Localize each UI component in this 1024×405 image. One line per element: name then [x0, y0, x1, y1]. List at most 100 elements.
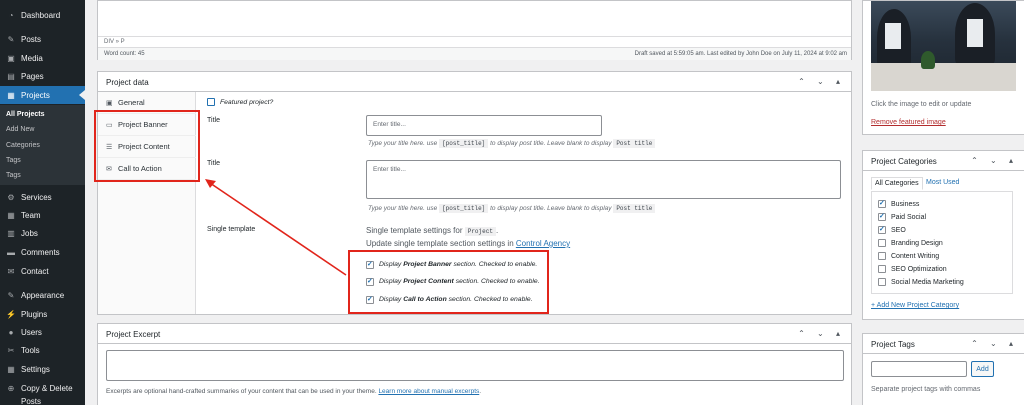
categories-title: Project Categories	[871, 157, 937, 166]
category-business[interactable]: Business	[878, 199, 920, 208]
shirt-shape	[967, 19, 983, 47]
control-agency-link[interactable]: Control Agency	[516, 239, 570, 248]
checkbox[interactable]	[878, 225, 886, 234]
single-template-label: Single template	[207, 226, 256, 233]
sidebar-item-posts[interactable]: ✎ Posts	[0, 30, 85, 48]
featured-checkbox[interactable]	[207, 98, 215, 106]
category-social-media-marketing[interactable]: Social Media Marketing	[878, 278, 964, 286]
featured-image-box: Click the image to edit or update Remove…	[862, 0, 1024, 135]
submenu-all-projects[interactable]: All Projects	[6, 111, 45, 118]
category-paid-social[interactable]: Paid Social	[878, 212, 926, 221]
sidebar-item-label: Jobs	[21, 228, 38, 238]
checkbox[interactable]	[878, 239, 886, 247]
category-label: Business	[891, 200, 920, 208]
excerpt-learn-more-link[interactable]: Learn more about manual excerpts	[378, 388, 479, 395]
title-hint: Type your title here. use [post_title] t…	[368, 139, 656, 148]
sidebar-item-services[interactable]: ⚙ Services	[0, 188, 85, 206]
projects-submenu: All Projects Add New Categories Tags Tag…	[0, 105, 85, 185]
project-categories-box: Project Categories ⌃ ⌄ ▴ All Categories …	[862, 150, 1024, 320]
title-textarea[interactable]: Enter title...	[366, 160, 841, 199]
box-controls[interactable]: ⌃ ⌄ ▴	[971, 156, 1018, 165]
box-controls[interactable]: ⌃ ⌄ ▴	[798, 329, 845, 338]
sidebar-item-comments[interactable]: ▬ Comments	[0, 243, 85, 261]
remove-featured-link[interactable]: Remove featured image	[871, 119, 946, 126]
content-editor[interactable]: DIV » P Word count: 45 Draft saved at 5:…	[97, 0, 852, 60]
category-content-writing[interactable]: Content Writing	[878, 252, 939, 260]
pin-icon: ✎	[7, 34, 15, 44]
sidebar-item-appearance[interactable]: ✎ Appearance	[0, 286, 85, 304]
sidebar-item-jobs[interactable]: ▥ Jobs	[0, 224, 85, 242]
box-controls[interactable]: ⌃ ⌄ ▴	[798, 77, 845, 86]
sidebar-item-plugins[interactable]: ⚡ Plugins	[0, 305, 85, 323]
excerpt-title: Project Excerpt	[106, 330, 161, 339]
featured-label: Featured project?	[220, 99, 274, 106]
submenu-categories[interactable]: Categories	[6, 142, 40, 149]
dashboard-icon: ◔	[8, 10, 14, 20]
add-tag-button[interactable]: Add	[971, 361, 994, 377]
box-controls[interactable]: ⌃ ⌄ ▴	[971, 339, 1018, 348]
help-text: .	[479, 388, 482, 395]
title-hint-2: Type your title here. use [post_title] t…	[368, 204, 656, 213]
category-seo[interactable]: SEO	[878, 225, 906, 234]
hint-code: [post_title]	[439, 139, 489, 148]
project-data-title: Project data	[106, 78, 149, 87]
checkbox[interactable]	[878, 212, 886, 221]
sidebar-item-tools[interactable]: ✂ Tools	[0, 341, 85, 359]
tab-most-used[interactable]: Most Used	[923, 177, 962, 188]
add-category-link[interactable]: + Add New Project Category	[871, 302, 959, 309]
category-branding-design[interactable]: Branding Design	[878, 239, 943, 247]
hint-code: Post title	[613, 204, 656, 213]
sidebar-item-label: Projects	[21, 90, 50, 100]
team-icon: ▦	[7, 210, 15, 220]
category-seo-optimization[interactable]: SEO Optimization	[878, 265, 947, 273]
settings-code: Project	[464, 227, 496, 236]
media-icon: ▣	[7, 53, 15, 63]
sidebar-item-contact[interactable]: ✉ Contact	[0, 262, 85, 280]
annotation-checkbox-box	[348, 250, 549, 314]
sidebar-item-label: Plugins	[21, 309, 48, 319]
hint-text: Type your title here. use	[368, 205, 438, 212]
sidebar-item-label: Services	[21, 192, 52, 202]
submenu-add-new[interactable]: Add New	[6, 126, 34, 133]
sidebar-item-settings[interactable]: ▦ Settings	[0, 360, 85, 378]
excerpt-header: Project Excerpt ⌃ ⌄ ▴	[98, 324, 851, 344]
sidebar-item-copy-delete-line2[interactable]: Posts	[0, 392, 85, 405]
featured-caption: Click the image to edit or update	[871, 101, 972, 108]
sidebar-item-pages[interactable]: ▤ Pages	[0, 67, 85, 85]
hint-text: to display post title. Leave blank to di…	[490, 140, 612, 147]
category-label: Content Writing	[891, 252, 940, 260]
tag-input[interactable]	[871, 361, 967, 377]
sidebar-item-team[interactable]: ▦ Team	[0, 206, 85, 224]
checkbox[interactable]	[878, 252, 886, 260]
sidebar-item-users[interactable]: ● Users	[0, 323, 85, 341]
general-icon: ▣	[106, 99, 113, 107]
sidebar-item-label: Team	[21, 210, 41, 220]
hint-code: [post_title]	[439, 204, 489, 213]
settings-text: .	[495, 226, 499, 235]
sidebar-item-media[interactable]: ▣ Media	[0, 49, 85, 67]
mail-icon: ✉	[7, 266, 15, 276]
checkbox[interactable]	[878, 265, 886, 273]
project-excerpt-box: Project Excerpt ⌃ ⌄ ▴ Excerpts are optio…	[97, 323, 852, 405]
submenu-tags-2[interactable]: Tags	[6, 172, 21, 179]
project-tags-box: Project Tags ⌃ ⌄ ▴ Add Separate project …	[862, 333, 1024, 405]
editor-status-bar: Word count: 45 Draft saved at 5:59:05 am…	[98, 47, 851, 60]
sidebar-item-label: Media	[21, 53, 43, 63]
tab-all-categories[interactable]: All Categories	[871, 177, 923, 190]
excerpt-textarea[interactable]	[106, 350, 844, 381]
checkbox[interactable]	[878, 278, 886, 286]
sidebar-item-label: Users	[21, 327, 42, 337]
hint-code: Post title	[613, 139, 656, 148]
title-input[interactable]: Enter title...	[366, 115, 602, 136]
update-text: Update single template section settings …	[366, 239, 514, 248]
sidebar-item-label: Posts	[21, 396, 42, 405]
featured-image[interactable]	[871, 1, 1016, 91]
tags-help: Separate project tags with commas	[871, 386, 981, 393]
word-count: Word count: 45	[104, 51, 145, 57]
checkbox[interactable]	[878, 199, 886, 208]
sidebar-item-dashboard[interactable]: ◔ Dashboard	[0, 6, 85, 24]
project-data-header: Project data ⌃ ⌄ ▴	[98, 72, 851, 92]
submenu-tags[interactable]: Tags	[6, 157, 21, 164]
sidebar-item-label: Dashboard	[21, 10, 61, 20]
sidebar-item-projects[interactable]: ▦ Projects	[0, 86, 85, 104]
